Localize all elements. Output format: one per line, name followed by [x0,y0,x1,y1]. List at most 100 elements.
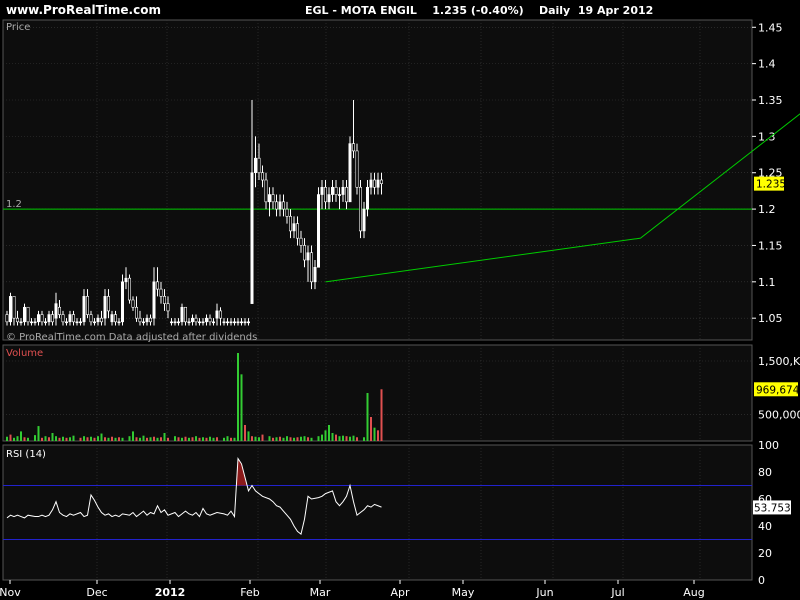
volume-bar [324,430,327,441]
candle-body [114,314,118,323]
candle-body [205,317,209,323]
candle-body [215,310,219,319]
volume-bar [244,425,246,441]
volume-bar [237,353,239,441]
candle-body [299,237,303,246]
volume-panel: 500,000 1,500,K Volume 969,674 [2,344,800,442]
volume-bar [202,437,204,441]
candle-body [187,321,191,324]
candle-body [177,321,181,324]
volume-bar [163,433,166,441]
volume-bar [6,436,8,441]
price-tick-label: 1.1 [758,276,776,289]
price-tick-label: 1.2 [758,203,776,216]
candle-body [348,143,352,203]
volume-bar [331,433,334,441]
volume-bar [328,425,330,441]
x-tick-label: Mar [310,586,331,599]
volume-bar [142,435,145,441]
volume-bar [370,417,372,441]
volume-bar [65,437,68,441]
site-name[interactable]: www.ProRealTime.com [6,3,161,17]
candle-body [19,321,23,324]
candle-body [313,266,317,283]
candle-body [43,321,47,324]
volume-last-label: 969,674 [756,384,800,396]
candle-body [29,321,33,324]
rsi-last-label: 53.753 [754,502,791,514]
candle-body [72,314,76,323]
x-tick-label: Jul [610,586,624,599]
candle-body [75,321,79,324]
candle-body [226,321,230,324]
rsi-tick-label: 0 [758,574,765,587]
candle-body [40,314,44,323]
volume-bar [69,437,71,441]
volume-bar [240,374,243,441]
candle-body [198,321,202,324]
volume-bar [268,436,271,441]
volume-bar [128,436,131,441]
chart-title: EGL - MOTA ENGIL 1.235 (-0.40%) Daily 19… [305,4,653,17]
x-tick-label: May [452,586,475,599]
volume-bar [121,437,124,441]
candle-body [212,321,216,324]
candle-body [222,321,226,324]
chart-header: www.ProRealTime.com EGL - MOTA ENGIL 1.2… [6,3,653,17]
volume-bar [342,435,344,441]
volume-bar [48,437,50,441]
x-tick-label: Feb [240,586,259,599]
candle-body [173,321,177,324]
candle-body [285,208,289,217]
price-panel: 1.051.11.151.21.251.31.351.41.45Price© P… [2,19,800,343]
candle-body [149,317,153,323]
volume-bar [366,393,369,441]
candle-body [254,157,258,174]
volume-bar [111,436,113,441]
candle-body [351,143,355,152]
volume-bar [272,437,274,441]
volume-bar [303,436,306,441]
candle-body [264,179,268,203]
candle-body [229,321,233,324]
volume-bar [289,437,292,441]
volume-bar [135,437,138,441]
volume-bar [184,436,187,441]
candle-body [184,306,188,323]
candle-body [121,281,125,323]
volume-bar [34,435,36,441]
candle-body [138,317,142,323]
volume-bar [156,437,159,441]
candle-body [292,223,296,232]
candle-body [26,306,30,323]
volume-bar [146,437,148,441]
candle-body [36,314,40,323]
volume-bar [44,436,47,441]
candle-body [128,277,132,301]
horizontal-line-label: 1.2 [6,199,22,210]
candle-body [191,317,195,323]
volume-bar [282,437,285,441]
candle-body [316,194,320,268]
price-tick-label: 1.05 [758,312,783,325]
candle-body [309,252,313,283]
volume-bar [132,431,134,441]
volume-bar [55,436,57,441]
candle-body [295,223,299,239]
candle-body [267,194,271,203]
candle-body [135,306,139,319]
volume-bar [153,436,155,441]
volume-bar [356,437,358,441]
volume-bar [338,436,341,441]
candle-body [86,296,90,315]
candle-body [376,179,380,188]
volume-bar [27,437,29,441]
candle-body [288,216,292,232]
candle-body [9,296,13,323]
volume-bar [174,436,176,441]
volume-bar [97,436,99,441]
x-tick-label: Apr [390,586,410,599]
volume-bar [209,436,211,441]
price-tick-label: 1.3 [758,130,776,143]
rsi-tick-label: 40 [758,520,772,533]
